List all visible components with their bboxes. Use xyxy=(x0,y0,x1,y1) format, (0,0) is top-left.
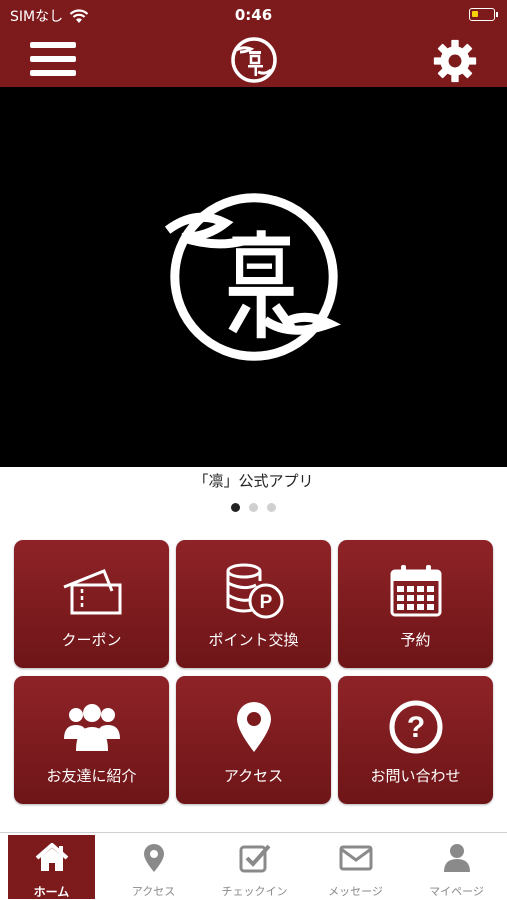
bottom-tabbar: ホーム アクセス チェックイン メッセージ マイページ xyxy=(0,832,507,900)
map-pin-icon xyxy=(143,844,164,872)
tab-label: ホーム xyxy=(33,885,70,899)
envelope-icon xyxy=(339,845,372,871)
question-icon: ? xyxy=(389,700,442,754)
hero-banner[interactable] xyxy=(0,87,507,467)
svg-text:?: ? xyxy=(406,711,424,744)
map-pin-icon xyxy=(236,702,271,752)
tile-invite-friends[interactable]: お友達に紹介 xyxy=(14,676,169,804)
tab-label: アクセス xyxy=(131,885,176,898)
tile-access[interactable]: アクセス xyxy=(176,676,331,804)
tile-points[interactable]: P ポイント交換 xyxy=(176,540,331,668)
battery-icon xyxy=(469,8,498,21)
tab-messages[interactable]: メッセージ xyxy=(305,835,406,899)
svg-text:P: P xyxy=(259,592,272,613)
rin-logo-large xyxy=(164,193,341,361)
carousel-dot[interactable] xyxy=(267,503,276,512)
checkbox-icon xyxy=(239,844,270,873)
gear-icon[interactable] xyxy=(432,38,478,84)
status-time: 0:46 xyxy=(234,6,273,24)
hamburger-line xyxy=(30,56,76,62)
tile-label: クーポン xyxy=(61,631,122,649)
tile-label: お問い合わせ xyxy=(370,767,461,785)
point-coins-icon: P xyxy=(226,563,283,619)
tab-label: マイページ xyxy=(429,885,484,898)
tile-inquiry[interactable]: ? お問い合わせ xyxy=(338,676,493,804)
tab-label: チェックイン xyxy=(221,885,288,898)
tile-coupon[interactable]: クーポン xyxy=(14,540,169,668)
ticket-icon xyxy=(62,569,121,615)
tile-reservation[interactable]: 予約 xyxy=(338,540,493,668)
hamburger-line xyxy=(30,70,76,76)
tile-label: お友達に紹介 xyxy=(46,767,137,785)
tile-label: アクセス xyxy=(223,767,284,785)
tab-mypage[interactable]: マイページ xyxy=(406,835,507,899)
menu-tiles: クーポン P ポイント交換 予約 お友達に紹介 アクセス ? お問い合わせ xyxy=(14,540,493,804)
person-icon xyxy=(443,844,470,872)
top-navbar xyxy=(0,30,507,87)
hamburger-line xyxy=(30,42,76,48)
hamburger-icon[interactable] xyxy=(30,40,76,78)
tab-label: メッセージ xyxy=(328,885,383,898)
tab-checkin[interactable]: チェックイン xyxy=(204,835,305,899)
home-icon xyxy=(35,843,68,871)
group-icon xyxy=(63,704,120,751)
tile-label: 予約 xyxy=(400,631,431,649)
carousel-dot[interactable] xyxy=(231,503,240,512)
carousel-dots[interactable] xyxy=(0,503,507,512)
tile-label: ポイント交換 xyxy=(208,631,299,649)
hero-caption: 「凛」公式アプリ xyxy=(193,472,314,490)
status-bar: SIMなし 0:46 xyxy=(0,0,507,30)
tab-access[interactable]: アクセス xyxy=(103,835,204,899)
carousel-dot[interactable] xyxy=(249,503,258,512)
battery-nub xyxy=(496,12,498,17)
tab-home[interactable]: ホーム xyxy=(8,835,95,899)
calendar-icon xyxy=(390,565,441,617)
rin-logo-small xyxy=(231,37,277,83)
battery-level xyxy=(472,11,478,17)
